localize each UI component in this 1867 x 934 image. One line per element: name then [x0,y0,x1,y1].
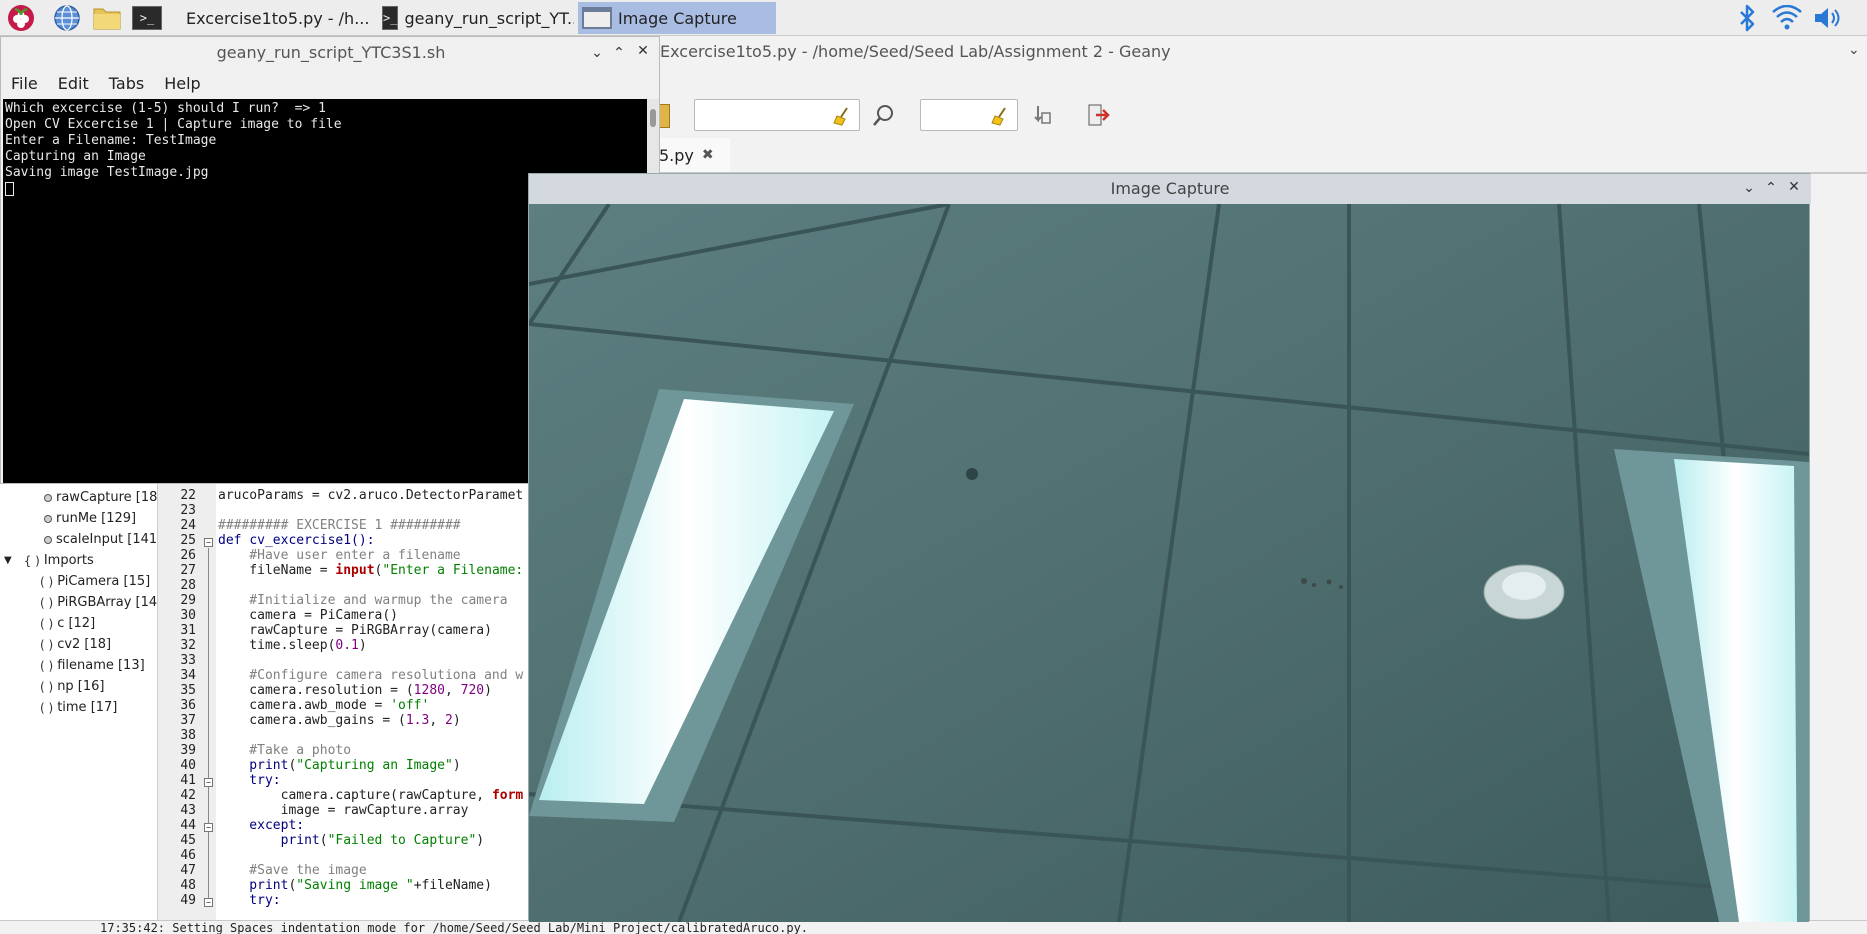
jump-to-line-icon[interactable] [1030,103,1054,131]
symbol-item[interactable]: ( ) PiRGBArray [14] [40,595,162,610]
bluetooth-icon[interactable] [1732,3,1762,33]
ceiling-photo [529,204,1809,922]
task-terminal[interactable]: >_ geany_run_script_YT... [378,2,574,34]
chevron-down-icon[interactable]: ⌄ [1848,42,1860,58]
fold-marker-icon[interactable]: − [204,823,213,832]
search-input[interactable] [694,99,860,131]
clear-broom-icon[interactable] [833,106,853,126]
variable-icon [44,514,52,523]
symbol-item[interactable]: ( ) PiCamera [15] [40,574,150,589]
symbol-item[interactable]: ( ) cv2 [18] [40,637,111,652]
goto-line-input[interactable] [920,99,1018,131]
task-geany-label: Excercise1to5.py - /h... [186,8,370,28]
minimize-icon[interactable]: ⌄ [587,45,607,61]
symbol-item[interactable]: scaleInput [141] [44,532,162,547]
menu-tabs[interactable]: Tabs [99,69,154,99]
image-capture-title: Image Capture [529,174,1811,204]
terminal-title: geany_run_script_YTC3S1.sh [216,43,446,62]
window-icon [582,7,612,29]
namespace-icon: ( ) [40,595,54,610]
symbol-item[interactable]: ( ) np [16] [40,679,105,694]
code-editor[interactable]: arucoParams = cv2.aruco.DetectorParamet … [216,480,536,920]
status-message: 17:35:42: Setting Spaces indentation mod… [100,921,809,934]
menu-edit[interactable]: Edit [48,69,99,99]
namespace-icon: ( ) [40,679,54,694]
fold-marker-icon[interactable]: − [204,898,213,907]
volume-icon[interactable] [1812,3,1842,33]
namespace-icon: ( ) [40,637,54,652]
symbol-item[interactable]: ( ) c [12] [40,616,95,631]
geany-window-title: Excercise1to5.py - /home/Seed/Seed Lab/A… [660,42,1171,61]
close-tab-icon[interactable]: ✖ [702,147,714,163]
maximize-icon[interactable]: ⌃ [609,45,629,61]
namespace-icon: ( ) [40,658,54,673]
quit-icon[interactable] [1086,102,1112,132]
variable-icon [44,535,52,544]
task-image-capture[interactable]: Image Capture [578,2,776,34]
maximize-icon[interactable]: ⌃ [1761,180,1781,196]
minimize-icon[interactable]: ⌄ [1739,180,1759,196]
task-terminal-label: geany_run_script_YT... [404,8,574,28]
file-manager-icon[interactable] [92,3,122,33]
namespace-icon: ( ) [40,616,54,631]
terminal-icon: >_ [382,6,399,30]
fold-marker-icon[interactable]: − [204,778,213,787]
line-number-gutter: 22 23 24 25 26 27 28 29 30 31 32 33 34 3… [158,480,216,920]
raspberry-menu-icon[interactable] [6,3,36,33]
fold-marker-icon[interactable]: − [204,538,213,547]
menu-file[interactable]: File [1,69,48,99]
web-browser-icon[interactable] [52,3,82,33]
symbol-item[interactable]: ( ) time [17] [40,700,117,715]
sprinkler-head [966,468,978,480]
menu-help[interactable]: Help [154,69,210,99]
editor-tab-label: 5.py [659,145,694,165]
symbol-item[interactable]: rawCapture [188 [44,490,166,505]
task-image-capture-label: Image Capture [618,8,737,28]
task-geany[interactable]: Excercise1to5.py - /h... [176,2,372,34]
close-icon[interactable]: ✕ [633,43,653,59]
clear-broom-icon[interactable] [991,106,1011,126]
status-bar: 17:35:42: Setting Spaces indentation mod… [0,920,1867,934]
terminal-cursor [5,181,14,196]
symbols-panel: rawCapture [188 runMe [129] scaleInput [… [0,480,166,920]
symbol-group-imports[interactable]: ▼{ ) Imports [4,553,94,568]
image-capture-window: Image Capture ⌄ ⌃ ✕ [528,173,1811,922]
namespace-icon: ( ) [40,574,54,589]
namespace-icon: ( ) [40,700,54,715]
search-icon[interactable] [872,103,896,131]
symbol-item[interactable]: ( ) filename [13] [40,658,145,673]
editor-tab[interactable]: 5.py ✖ [655,138,730,172]
close-icon[interactable]: ✕ [1784,179,1804,195]
collapse-arrow-icon[interactable]: ▼ [4,555,12,566]
taskbar: >_ Excercise1to5.py - /h... >_ geany_run… [0,0,1867,36]
variable-icon [44,493,52,502]
symbol-item[interactable]: runMe [129] [44,511,136,526]
fold-line [208,548,209,900]
smoke-detector [1483,564,1565,620]
captured-image-view [529,204,1809,922]
namespace-icon: { ) [23,553,40,568]
terminal-menubar: File Edit Tabs Help [1,69,661,99]
terminal-launcher-icon[interactable]: >_ [132,3,162,33]
wifi-icon[interactable] [1772,3,1802,33]
